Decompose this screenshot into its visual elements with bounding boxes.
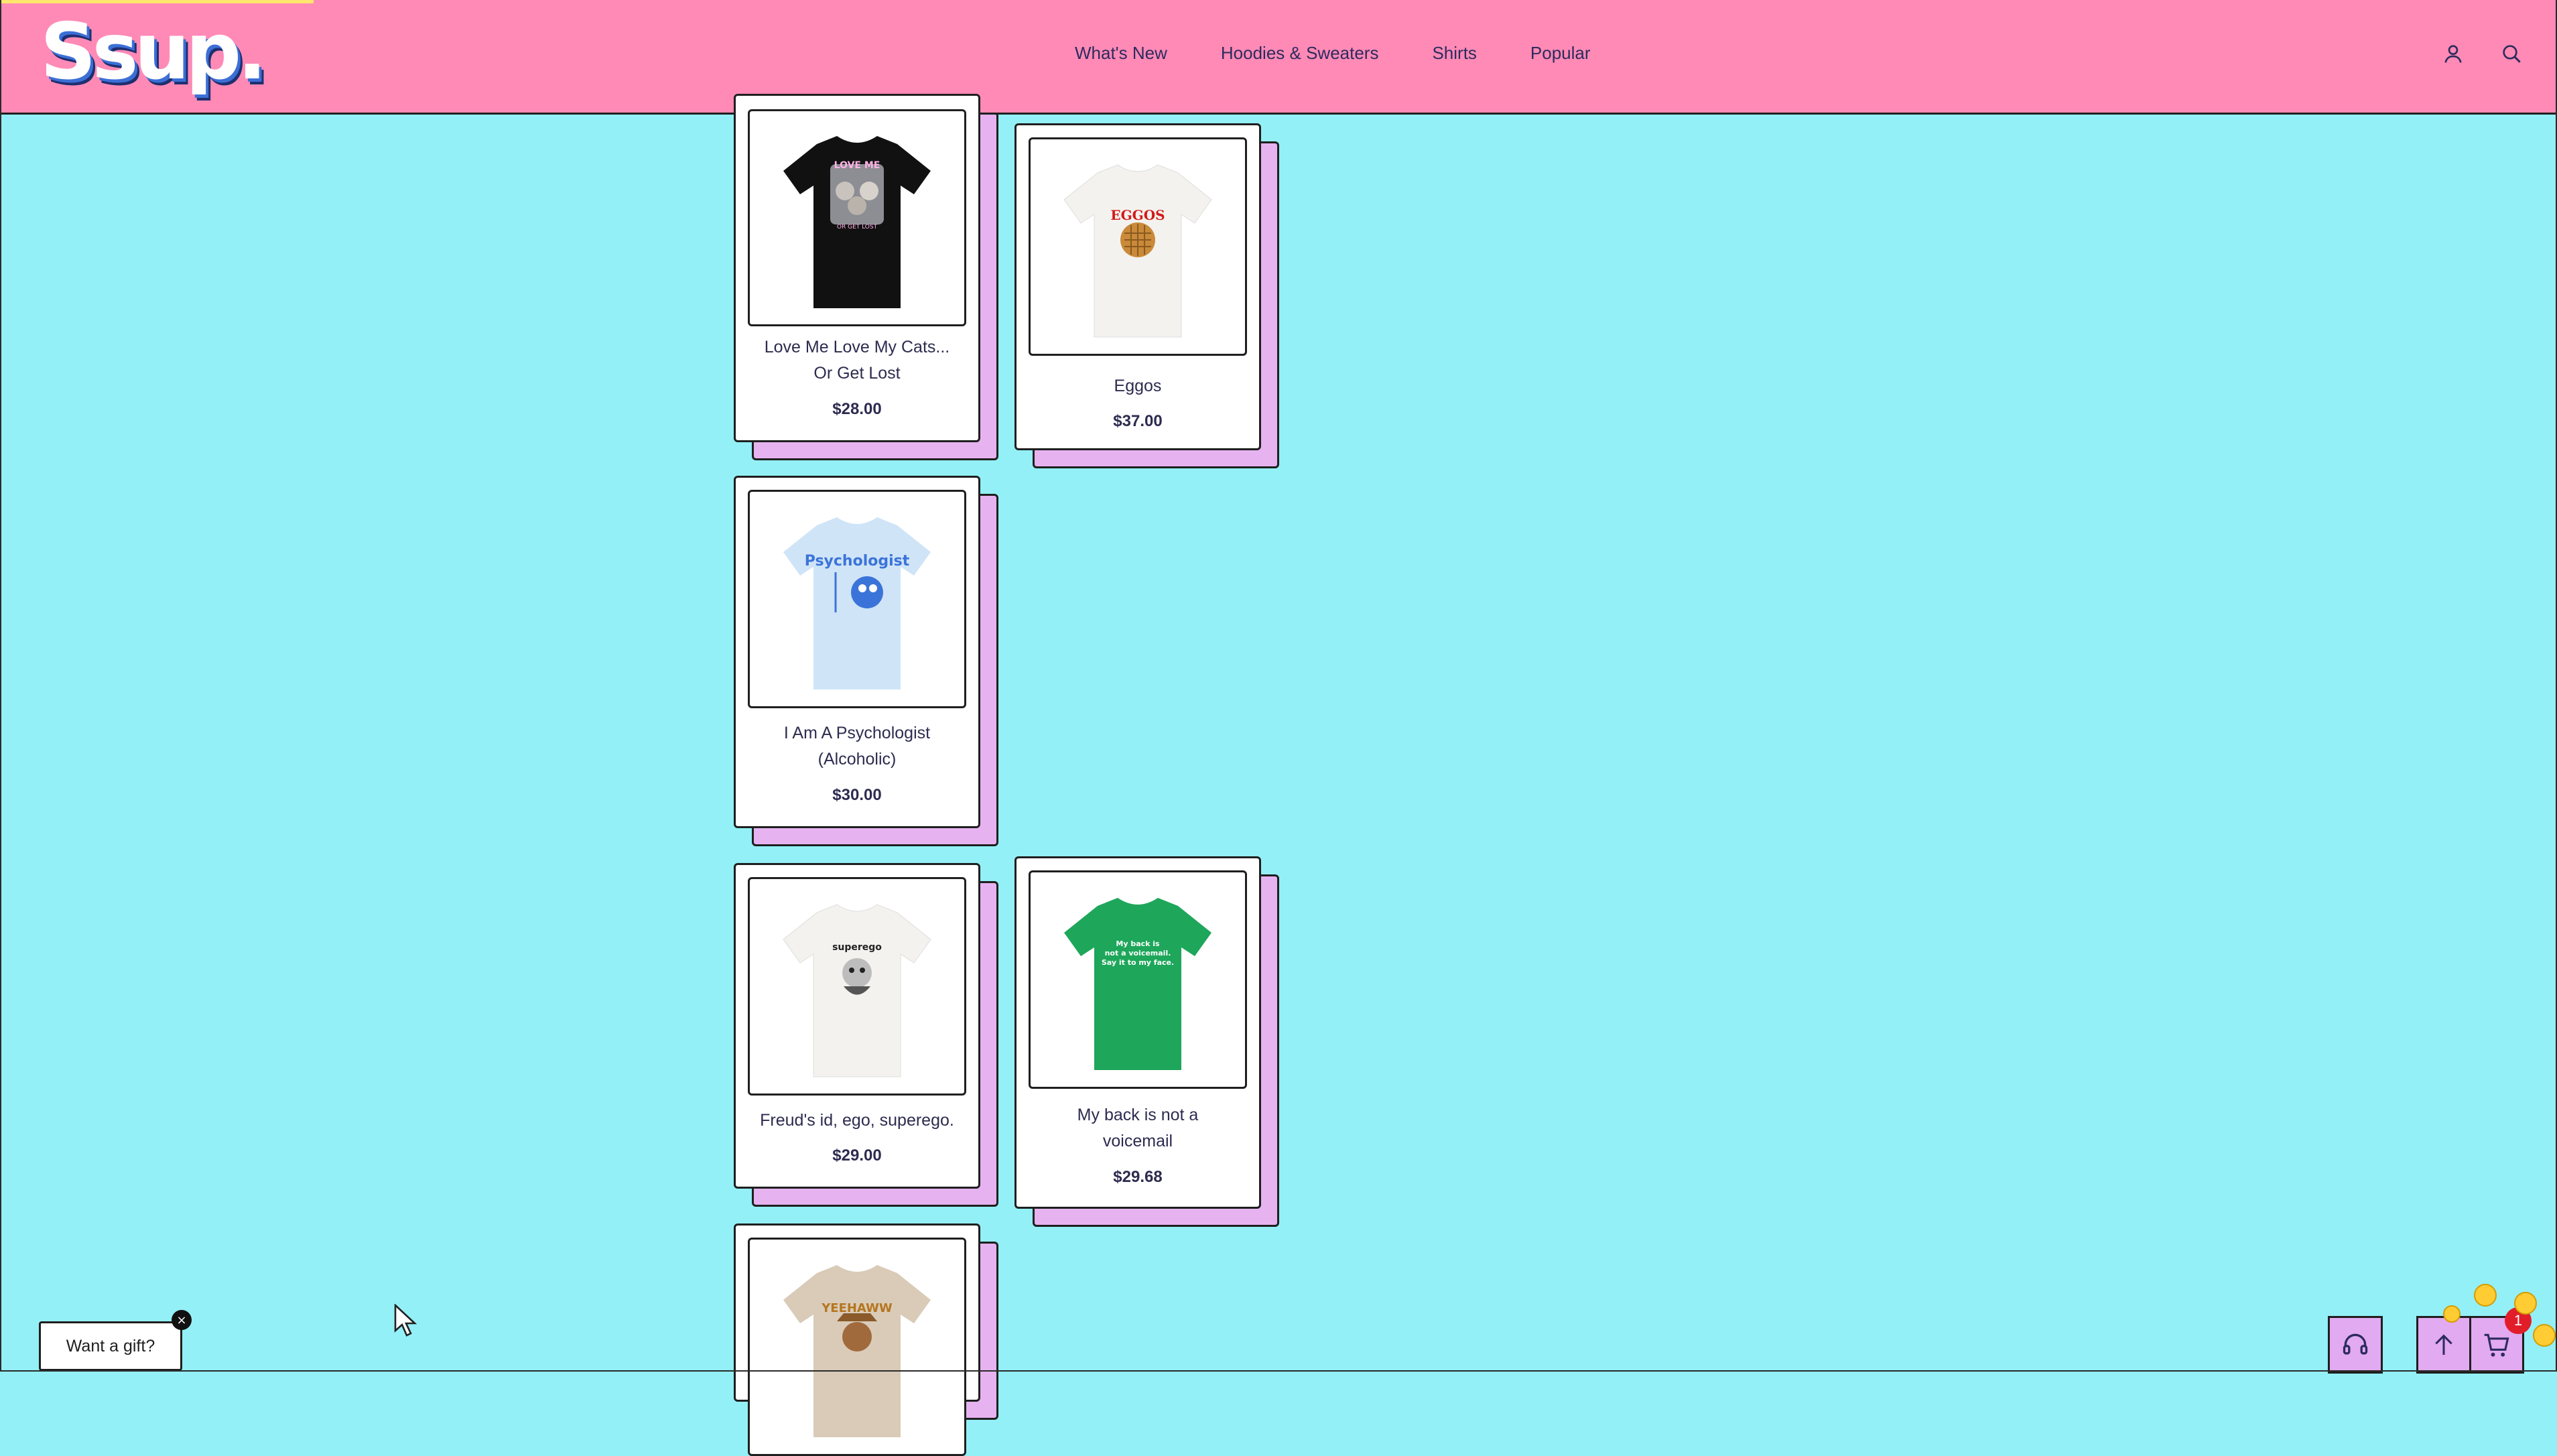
arrow-up-icon <box>2435 1334 2452 1355</box>
product-card[interactable]: My back is not a voicemail. Say it to my… <box>1014 856 1279 1227</box>
product-card[interactable]: LOVE ME OR GET LOST Love Me Love My Cats… <box>734 94 998 460</box>
back-to-top-button[interactable] <box>2416 1316 2471 1374</box>
tshirt-image: LOVE ME OR GET LOST <box>783 136 931 308</box>
tshirt-image: YEEHAWW <box>783 1265 931 1437</box>
emoji-icon <box>2514 1292 2537 1315</box>
svg-text:LOVE ME: LOVE ME <box>834 160 880 171</box>
emoji-icon <box>2443 1305 2461 1323</box>
svg-text:not a voicemail.: not a voicemail. <box>1105 949 1171 957</box>
svg-text:OR GET LOST: OR GET LOST <box>837 224 878 230</box>
site-logo[interactable]: Ssup. <box>40 7 267 97</box>
product-image[interactable]: YEEHAWW <box>748 1238 966 1456</box>
product-card[interactable]: superego Freud's id, ego, superego. $29.… <box>734 863 998 1207</box>
product-name[interactable]: Love Me Love My Cats... <box>736 334 978 360</box>
product-name[interactable]: I Am A Psychologist <box>736 720 978 746</box>
site-header: Ssup. What's New Hoodies & Sweaters Shir… <box>0 0 2557 115</box>
tshirt-image: EGGOS <box>1063 164 1212 338</box>
product-price: $30.00 <box>832 786 882 804</box>
nav-whats-new[interactable]: What's New <box>1075 43 1167 64</box>
product-name[interactable]: Freud's id, ego, superego. <box>736 1108 978 1134</box>
gift-popup[interactable]: Want a gift? <box>39 1321 182 1371</box>
support-button[interactable] <box>2328 1316 2383 1374</box>
product-price: $37.00 <box>1113 412 1163 430</box>
product-card[interactable]: Psychologist I Am A Psychologist (Alcoho… <box>734 476 998 846</box>
svg-text:My back is: My back is <box>1116 939 1160 948</box>
product-name[interactable]: Eggos <box>1017 373 1259 399</box>
product-image[interactable]: My back is not a voicemail. Say it to my… <box>1029 870 1247 1089</box>
nav-popular[interactable]: Popular <box>1530 43 1591 64</box>
svg-text:YEEHAWW: YEEHAWW <box>821 1301 893 1315</box>
emoji-icon <box>2474 1284 2497 1307</box>
product-image[interactable]: Psychologist <box>748 490 966 708</box>
svg-text:EGGOS: EGGOS <box>1110 207 1165 223</box>
product-name-line2[interactable]: (Alcoholic) <box>736 746 978 773</box>
svg-text:Say it to my face.: Say it to my face. <box>1102 958 1174 967</box>
tshirt-image: My back is not a voicemail. Say it to my… <box>1064 898 1211 1070</box>
main-nav: What's New Hoodies & Sweaters Shirts Pop… <box>1075 43 1591 64</box>
window-frame <box>0 0 2557 1372</box>
tshirt-image: superego <box>783 904 931 1077</box>
product-card[interactable]: EGGOS Eggos $37.00 <box>1014 123 1279 468</box>
user-icon[interactable] <box>2442 43 2464 64</box>
product-card[interactable]: YEEHAWW <box>734 1223 998 1456</box>
emoji-icon <box>2533 1324 2556 1347</box>
cursor-icon <box>394 1304 417 1337</box>
headset-icon <box>2343 1333 2368 1355</box>
gift-close-button[interactable]: × <box>172 1310 192 1330</box>
product-price: $29.68 <box>1113 1168 1163 1186</box>
product-name[interactable]: My back is not a <box>1017 1102 1259 1128</box>
product-image[interactable]: EGGOS <box>1029 137 1247 356</box>
loading-bar <box>0 0 314 3</box>
search-icon[interactable] <box>2501 43 2522 64</box>
product-price: $28.00 <box>832 400 882 418</box>
nav-hoodies-sweaters[interactable]: Hoodies & Sweaters <box>1221 43 1379 64</box>
product-name-line2[interactable]: Or Get Lost <box>736 360 978 387</box>
gift-label[interactable]: Want a gift? <box>66 1337 155 1356</box>
product-name-line2[interactable]: voicemail <box>1017 1128 1259 1154</box>
nav-shirts[interactable]: Shirts <box>1432 43 1476 64</box>
cart-icon <box>2484 1333 2509 1357</box>
tshirt-image: Psychologist <box>783 517 931 689</box>
svg-text:superego: superego <box>832 942 882 953</box>
svg-text:Psychologist: Psychologist <box>805 553 910 570</box>
product-price: $29.00 <box>832 1146 882 1165</box>
product-image[interactable]: LOVE ME OR GET LOST <box>748 109 966 326</box>
product-image[interactable]: superego <box>748 877 966 1096</box>
